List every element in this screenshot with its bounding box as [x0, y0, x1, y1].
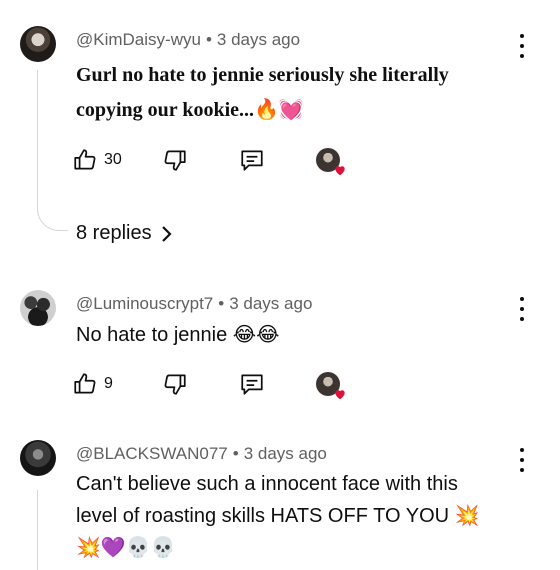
comment-text: Can't believe such a innocent face with …: [76, 469, 480, 563]
more-options-icon[interactable]: [514, 34, 530, 58]
thumbs-down-icon: [164, 150, 186, 171]
comment-time[interactable]: 3 days ago: [229, 294, 312, 313]
comment-text: Gurl no hate to jennie seriously she lit…: [76, 64, 449, 121]
thumbs-up-icon: [74, 373, 96, 394]
like-count: 9: [104, 375, 113, 392]
reply-comment-icon: [241, 374, 263, 395]
creator-heart: [316, 369, 345, 400]
thumbs-up-icon: [74, 149, 96, 170]
comment-author[interactable]: @KimDaisy-wyu: [76, 30, 201, 49]
comment-time[interactable]: 3 days ago: [244, 444, 327, 463]
comment-meta: @Luminouscrypt7 • 3 days ago: [76, 294, 313, 313]
comment-meta: @KimDaisy-wyu • 3 days ago: [76, 30, 301, 49]
comment-author[interactable]: @BLACKSWAN077: [76, 444, 228, 463]
comment-actions: 9: [72, 369, 372, 400]
more-options-icon[interactable]: [514, 448, 530, 472]
emoji: 😂😂: [232, 322, 280, 346]
like-button[interactable]: 30: [72, 145, 122, 175]
creator-avatar: [316, 372, 345, 400]
thread-connector: [37, 70, 68, 231]
like-button[interactable]: 9: [72, 369, 113, 399]
reply-button[interactable]: [239, 369, 265, 399]
reply-button[interactable]: [239, 145, 265, 175]
more-options-icon[interactable]: [514, 297, 530, 321]
comment-time[interactable]: 3 days ago: [217, 30, 300, 49]
dislike-button[interactable]: [162, 145, 188, 175]
chevron-right-icon: [161, 225, 172, 242]
thread-connector: [37, 490, 38, 570]
thumbs-down-icon: [164, 374, 186, 395]
view-replies-button[interactable]: 8 replies: [76, 222, 172, 245]
creator-avatar: [316, 148, 345, 176]
comment-text: No hate to jennie 😂😂: [76, 322, 280, 346]
avatar[interactable]: [20, 440, 56, 476]
emoji: 💥💜💀💀: [76, 535, 176, 559]
creator-heart: [316, 145, 345, 176]
reply-comment-icon: [241, 150, 263, 171]
like-count: 30: [104, 151, 122, 168]
comment-meta: @BLACKSWAN077 • 3 days ago: [76, 444, 327, 463]
emoji: 🔥💓: [254, 97, 304, 121]
comment-author[interactable]: @Luminouscrypt7: [76, 294, 213, 313]
emoji: 💥: [454, 503, 480, 527]
heart-icon: [335, 166, 345, 176]
avatar[interactable]: [20, 290, 56, 326]
avatar[interactable]: [20, 26, 56, 62]
comment-actions: 30: [72, 145, 372, 176]
heart-icon: [335, 390, 345, 400]
dislike-button[interactable]: [162, 369, 188, 399]
